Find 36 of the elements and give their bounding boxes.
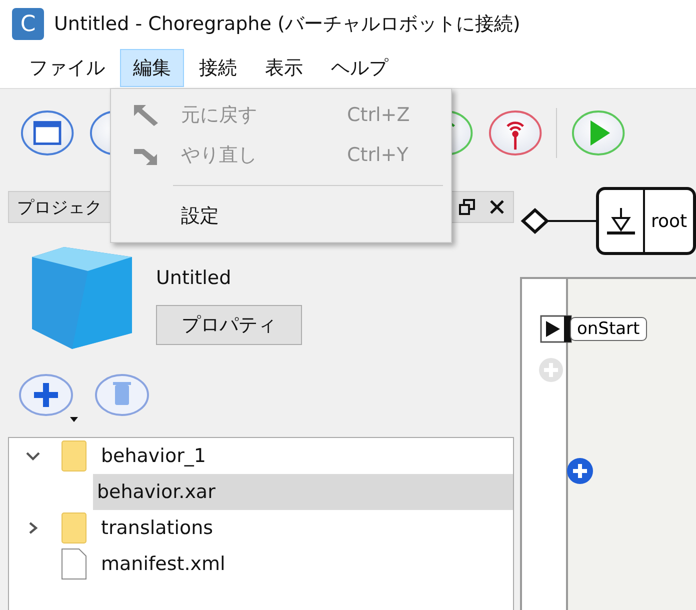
diamond-connector-icon xyxy=(520,206,596,236)
root-box[interactable]: root xyxy=(596,187,696,255)
app-icon: C xyxy=(12,8,44,40)
undo-icon xyxy=(132,103,160,127)
tree-item[interactable]: translations xyxy=(9,510,513,546)
shortcut-label: Ctrl+Y xyxy=(347,144,410,166)
folder-icon xyxy=(61,440,87,472)
float-icon[interactable] xyxy=(459,199,475,215)
shortcut-label: Ctrl+Z xyxy=(347,104,411,126)
folder-icon xyxy=(61,512,87,544)
menu-entry-label: やり直し xyxy=(181,143,258,168)
project-name: Untitled xyxy=(156,267,232,289)
antenna-icon[interactable] xyxy=(488,108,542,158)
properties-button[interactable]: プロパティ xyxy=(156,305,302,345)
menu-item[interactable]: 表示 xyxy=(252,49,316,87)
menu-entry-label: 設定 xyxy=(181,204,220,229)
window-icon[interactable] xyxy=(20,108,75,158)
window-title: Untitled - Choregraphe (バーチャルロボットに接続) xyxy=(54,12,520,37)
menu-entry-label: 元に戻す xyxy=(181,103,258,128)
root-label: root xyxy=(650,210,688,234)
close-icon[interactable] xyxy=(489,199,505,215)
import-icon xyxy=(605,206,637,236)
menu-item[interactable]: ヘルプ xyxy=(318,49,401,87)
menu-entry[interactable]: 設定 xyxy=(111,196,451,236)
play-input-icon[interactable] xyxy=(540,315,572,343)
tree-item[interactable]: manifest.xml xyxy=(9,546,513,582)
tree-item[interactable]: behavior.xar xyxy=(93,474,513,510)
add-icon[interactable] xyxy=(18,373,80,423)
tree-item[interactable]: behavior_1 xyxy=(9,438,513,474)
input-label: onStart xyxy=(570,317,647,341)
menu-item[interactable]: 接続 xyxy=(186,49,250,87)
menu-item[interactable]: ファイル xyxy=(16,49,118,87)
panel-title: プロジェク xyxy=(17,196,102,218)
file-icon xyxy=(61,548,87,580)
chevron-down-icon[interactable] xyxy=(25,450,41,462)
menu-item[interactable]: 編集 xyxy=(120,49,184,87)
